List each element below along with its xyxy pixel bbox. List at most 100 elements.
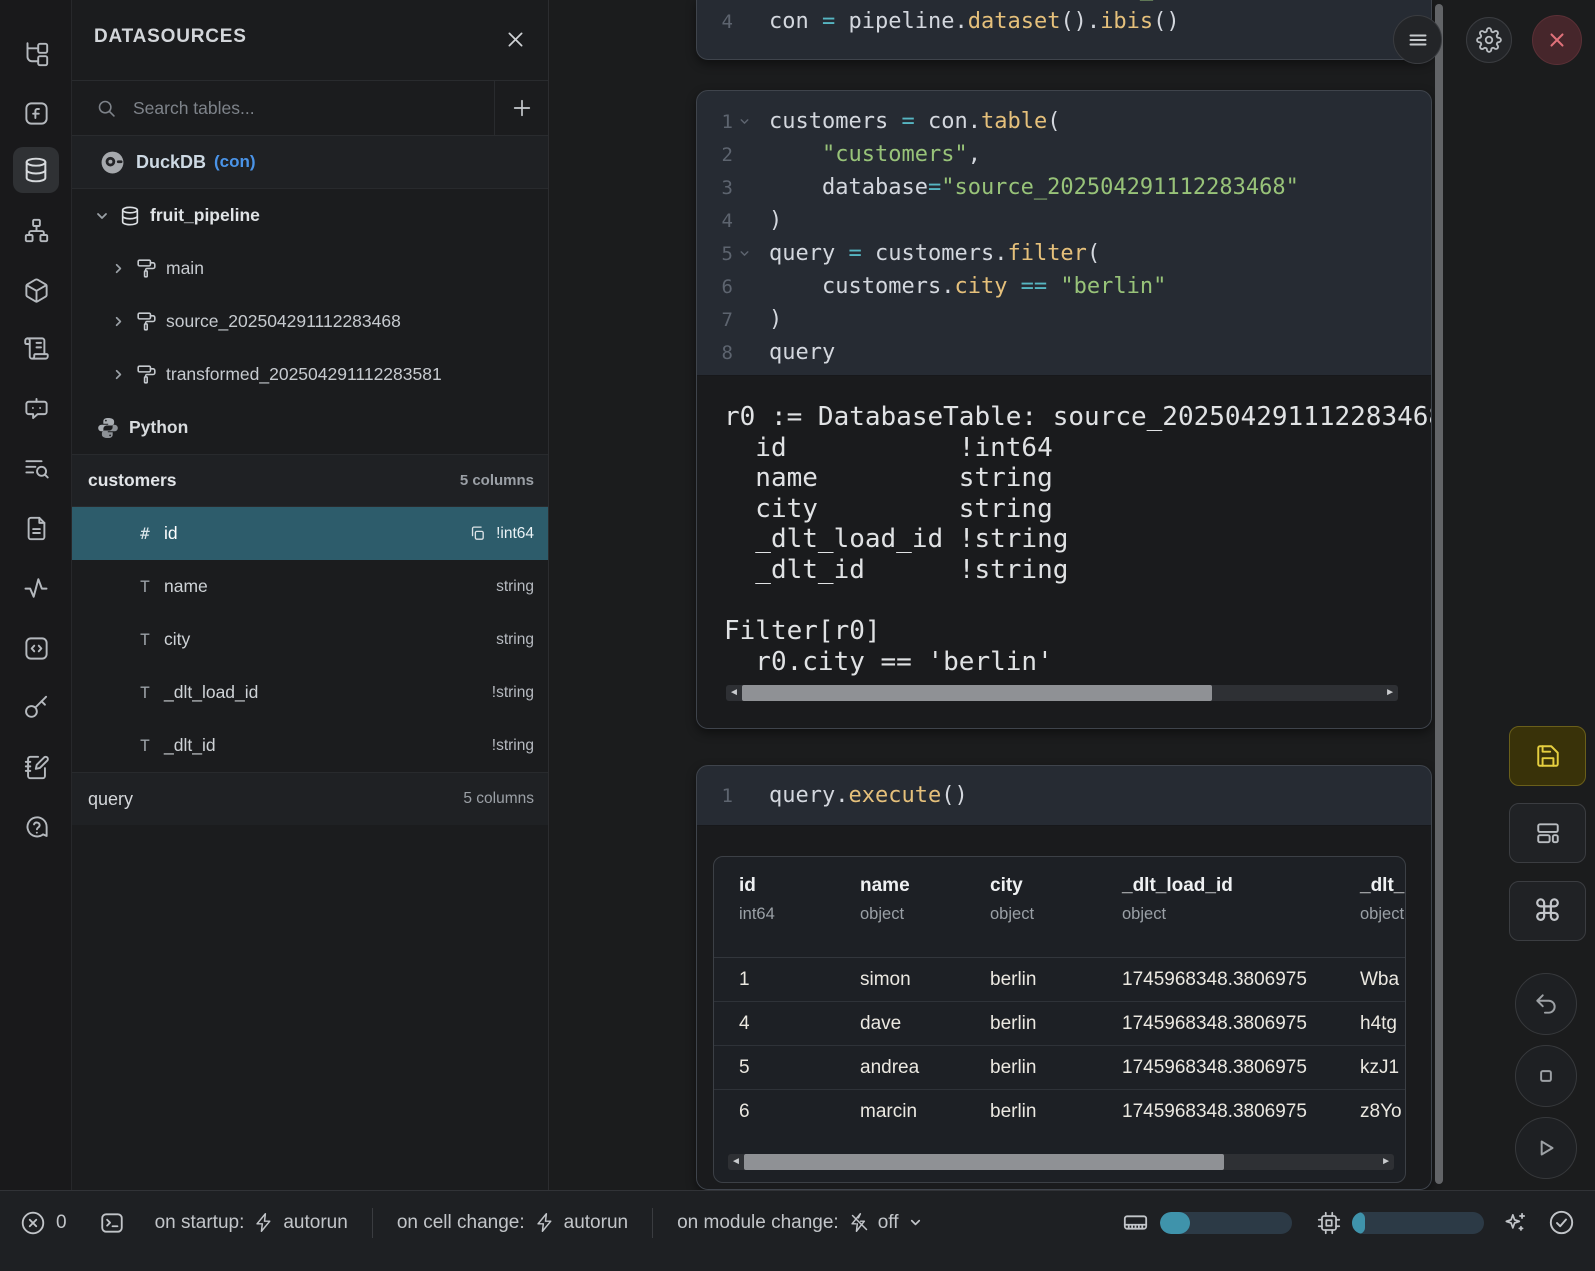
scroll-left-icon[interactable]: ◄ [731,1156,741,1168]
table-row[interactable]: 5andreaberlin1745968348.3806975kzJ1 [714,1046,1405,1090]
horizontal-scrollbar[interactable]: ◄ ► [726,685,1398,701]
search-tables-input[interactable]: Search tables... [72,80,548,136]
code-text: pipeline = dlt.attach("fruit_pipeline") [769,0,1286,1]
scrollbar-thumb[interactable] [742,685,1212,701]
table-cell: 1 [739,969,860,991]
schema-name: transformed_202504291112283581 [166,364,442,385]
table-row[interactable]: 6marcinberlin1745968348.3806975z8Yo [714,1090,1405,1134]
schema-name: source_202504291112283468 [166,311,401,332]
ai-chat-icon[interactable] [13,385,59,431]
zap-off-icon [849,1212,870,1233]
dependency-graph-icon[interactable] [13,207,59,253]
column-header[interactable]: cityobject [990,875,1122,957]
copy-icon[interactable] [469,525,486,542]
on-startup-value[interactable]: autorun [283,1212,347,1234]
shutdown-button[interactable] [1532,15,1582,65]
line-number: 8 [709,342,733,364]
column-header[interactable]: _dlt_load_idobject [1122,875,1360,957]
undo-icon [1533,991,1559,1017]
search-list-icon[interactable] [13,445,59,491]
chevron-down-icon[interactable] [908,1215,923,1230]
table-header-customers[interactable]: customers 5 columns [72,454,548,507]
code-text: customers.city == "berlin" [769,274,1166,299]
menu-button[interactable] [1393,15,1442,64]
terminal-button[interactable] [99,1210,125,1236]
column-row-city[interactable]: T city string [72,613,548,666]
line-number: 1 [709,785,733,807]
functions-icon[interactable] [13,90,59,136]
stop-button[interactable] [1515,1045,1577,1107]
code-line: 2 "customers", [697,138,1431,171]
ibis-repr-output: r0 := DatabaseTable: source_202504291112… [697,376,1431,677]
python-section-header[interactable]: Python [72,401,548,454]
column-row-dlt-load-id[interactable]: T _dlt_load_id !string [72,666,548,719]
file-tree-icon[interactable] [13,31,59,77]
column-header[interactable]: idint64 [739,875,860,957]
connection-row[interactable]: DuckDB (con) [72,136,548,189]
tree-item-schema[interactable]: transformed_202504291112283581 [72,348,548,401]
fold-chevron-icon[interactable] [738,115,752,128]
scroll-right-icon[interactable]: ► [1385,687,1395,699]
tree-item-schema[interactable]: main [72,242,548,295]
logs-icon[interactable] [13,325,59,371]
scroll-left-icon[interactable]: ◄ [729,687,739,699]
scrollbar-thumb[interactable] [744,1154,1224,1170]
tracing-icon[interactable] [13,565,59,611]
column-row-dlt-id[interactable]: T _dlt_id !string [72,719,548,772]
tree-item-database[interactable]: fruit_pipeline [72,189,548,242]
column-row-name[interactable]: T name string [72,560,548,613]
command-palette-button[interactable]: ⌘ [1509,881,1586,941]
column-header[interactable]: _dlt_idobject [1360,875,1406,957]
packages-icon[interactable] [13,267,59,313]
on-module-change-label[interactable]: on module change: [677,1212,839,1234]
fold-chevron-icon[interactable] [738,247,752,260]
table-row[interactable]: 1simonberlin1745968348.3806975Wba [714,958,1405,1002]
on-startup-label[interactable]: on startup: [155,1212,245,1234]
code-cell-query[interactable]: 1customers = con.table(2 "customers",3 d… [696,90,1432,729]
line-number: 2 [709,144,733,166]
activity-rail [0,0,72,1190]
tree-item-schema[interactable]: source_202504291112283468 [72,295,548,348]
code-cell-setup[interactable]: 3 pipeline = dlt.attach("fruit_pipeline"… [696,0,1432,60]
layout-toggle-button[interactable] [1509,803,1586,863]
on-module-change-value[interactable]: off [878,1212,899,1234]
undo-button[interactable] [1515,973,1577,1035]
code-editor[interactable]: 1customers = con.table(2 "customers",3 d… [697,91,1431,369]
on-cell-change-value[interactable]: autorun [564,1212,628,1234]
cell-output-console: r0 := DatabaseTable: source_202504291112… [697,375,1431,728]
errors-indicator[interactable] [20,1210,46,1236]
add-datasource-button[interactable] [494,81,548,135]
save-button[interactable] [1509,726,1586,786]
run-button[interactable] [1515,1117,1577,1179]
table-header-query[interactable]: query 5 columns [72,772,548,825]
code-panel-icon[interactable] [13,625,59,671]
table-cell: 5 [739,1057,860,1079]
scroll-right-icon[interactable]: ► [1381,1156,1391,1168]
snippets-icon[interactable] [13,505,59,551]
line-number: 3 [709,177,733,199]
ai-sparkles-icon[interactable] [1502,1210,1528,1236]
connection-ok-icon[interactable] [1548,1209,1575,1236]
horizontal-scrollbar[interactable]: ◄ ► [728,1154,1394,1170]
column-type: string [496,578,534,596]
vertical-scrollbar[interactable] [1435,4,1443,1184]
code-cell-execute[interactable]: 1 query.execute() idint64nameobjectcityo… [696,765,1432,1190]
secrets-icon[interactable] [13,684,59,730]
close-panel-icon[interactable] [500,24,530,54]
save-icon [1535,743,1561,769]
table-row[interactable]: 4daveberlin1745968348.3806975h4tg [714,1002,1405,1046]
scratchpad-icon[interactable] [13,744,59,790]
chevron-right-icon [111,314,126,329]
cpu-usage-meter [1352,1212,1484,1234]
datasources-icon[interactable] [13,147,59,193]
search-placeholder: Search tables... [133,98,255,119]
column-header[interactable]: nameobject [860,875,990,957]
settings-button[interactable] [1466,17,1512,63]
table-cell: simon [860,969,990,991]
column-row-id[interactable]: # id !int64 [72,507,548,560]
circle-x-icon [20,1210,46,1236]
python-logo-icon [96,416,120,440]
help-icon[interactable] [13,804,59,850]
layout-panels-icon [1535,820,1561,846]
on-cell-change-label[interactable]: on cell change: [397,1212,525,1234]
